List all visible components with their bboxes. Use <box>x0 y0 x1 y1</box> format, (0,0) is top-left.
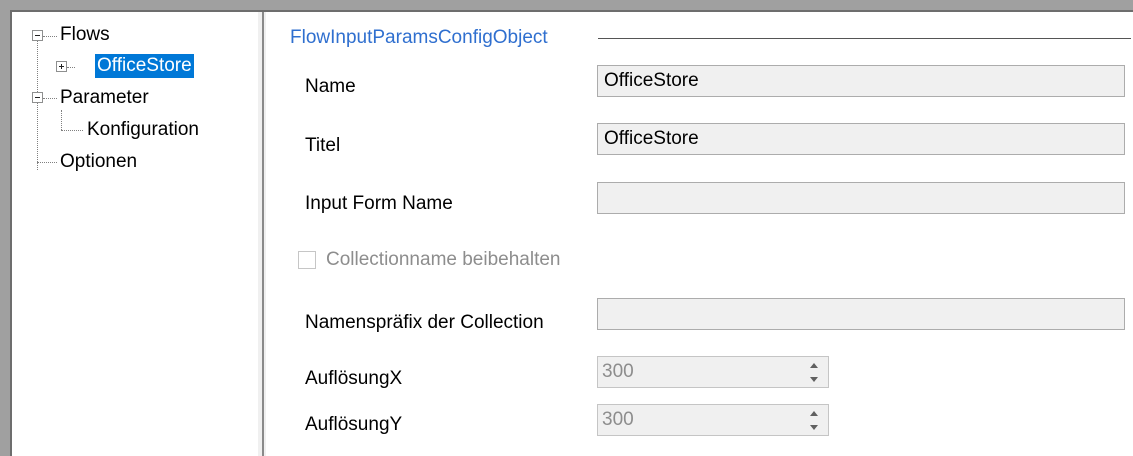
resy-value[interactable]: 300 <box>602 405 634 435</box>
tree-connector <box>61 110 62 130</box>
arrow-up-icon <box>810 410 818 416</box>
arrow-down-icon <box>810 376 818 382</box>
tree-item-optionen[interactable]: Optionen <box>58 150 139 174</box>
group-border <box>598 38 1131 39</box>
window-frame-left <box>0 0 10 456</box>
group-title: FlowInputParamsConfigObject <box>290 27 548 48</box>
tree-item-parameter[interactable]: Parameter <box>58 86 151 110</box>
tree-view[interactable]: Flows OfficeStore Parameter Konfiguratio… <box>12 12 258 456</box>
input-form-name-field[interactable] <box>597 182 1125 214</box>
arrow-down-icon <box>810 424 818 430</box>
arrow-up-icon <box>810 362 818 368</box>
prefix-label: Namenspräfix der Collection <box>305 312 544 333</box>
splitter-line <box>262 12 264 456</box>
input-form-name-label: Input Form Name <box>305 193 453 214</box>
resx-spinner[interactable]: 300 <box>597 356 829 388</box>
tree-connector <box>43 98 57 99</box>
expand-icon[interactable] <box>56 61 67 72</box>
collapse-icon[interactable] <box>32 30 43 41</box>
spin-down-button[interactable] <box>801 372 827 386</box>
collection-checkbox[interactable] <box>298 251 316 269</box>
tree-item-konfiguration[interactable]: Konfiguration <box>85 118 201 142</box>
name-field[interactable]: OfficeStore <box>597 65 1125 97</box>
tree-item-officestore[interactable]: OfficeStore <box>95 54 194 78</box>
tree-item-flows[interactable]: Flows <box>58 23 112 47</box>
resx-label: AuflösungX <box>305 368 403 389</box>
resx-value[interactable]: 300 <box>602 357 634 387</box>
tree-connector <box>37 41 38 170</box>
tree-connector <box>37 162 57 163</box>
spin-down-button[interactable] <box>801 420 827 434</box>
titel-label: Titel <box>305 135 341 156</box>
prefix-field[interactable] <box>597 298 1125 330</box>
window-frame-top <box>0 0 1133 10</box>
name-label: Name <box>305 76 356 97</box>
collapse-icon[interactable] <box>32 92 43 103</box>
collection-checkbox-label[interactable]: Collectionname beibehalten <box>326 248 561 272</box>
tree-connector <box>43 36 57 37</box>
tree-connector <box>67 67 75 68</box>
titel-field[interactable]: OfficeStore <box>597 123 1125 155</box>
tree-connector <box>61 130 83 131</box>
resy-spinner[interactable]: 300 <box>597 404 829 436</box>
spin-up-button[interactable] <box>801 406 827 420</box>
resy-label: AuflösungY <box>305 414 403 435</box>
spin-up-button[interactable] <box>801 358 827 372</box>
